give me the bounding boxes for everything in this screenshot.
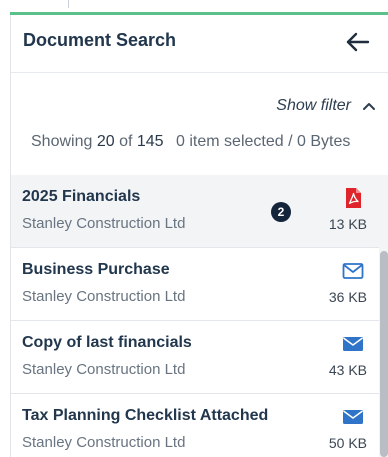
document-title: Business Purchase <box>22 261 170 278</box>
list-item[interactable]: 2025 Financials Stanley Construction Ltd… <box>11 175 379 248</box>
document-size: 50 KB <box>328 435 367 451</box>
total-count: 145 <box>136 133 164 150</box>
document-company: Stanley Construction Ltd <box>22 215 186 232</box>
document-company: Stanley Construction Ltd <box>22 288 186 305</box>
summary-of: of <box>119 133 133 150</box>
show-filter-label: Show filter <box>276 97 351 114</box>
back-button[interactable] <box>345 29 371 55</box>
document-size: 43 KB <box>328 362 367 378</box>
selection-summary: 0 item selected / 0 Bytes <box>176 133 351 150</box>
document-search-panel: Document Search Show filter Showing 20 o… <box>10 15 388 457</box>
panel-title: Document Search <box>23 30 177 50</box>
document-title: Tax Planning Checklist Attached <box>22 407 269 424</box>
list-item[interactable]: Copy of last financials Stanley Construc… <box>11 321 379 394</box>
document-title: Copy of last financials <box>22 334 192 351</box>
arrow-left-icon <box>346 32 370 52</box>
document-company: Stanley Construction Ltd <box>22 434 186 451</box>
shown-count: 20 <box>96 133 115 150</box>
pdf-file-icon <box>346 188 361 208</box>
document-list: 2025 Financials Stanley Construction Ltd… <box>11 175 379 457</box>
email-filled-icon <box>343 337 363 351</box>
count-badge: 2 <box>271 202 291 222</box>
list-item[interactable]: Business Purchase Stanley Construction L… <box>11 248 379 321</box>
show-filter-toggle[interactable]: Show filter <box>276 97 375 115</box>
document-title: 2025 Financials <box>22 188 141 205</box>
result-summary: Showing 20 of 145 0 item selected / 0 By… <box>31 133 350 151</box>
email-outline-icon <box>342 263 364 279</box>
scrollbar-thumb[interactable] <box>380 251 388 457</box>
email-filled-icon <box>343 410 363 424</box>
document-company: Stanley Construction Ltd <box>22 361 186 378</box>
chevron-up-icon <box>363 103 375 110</box>
list-item[interactable]: Tax Planning Checklist Attached Stanley … <box>11 394 379 457</box>
document-size: 36 KB <box>328 289 367 305</box>
summary-prefix: Showing <box>31 133 93 150</box>
top-strip <box>0 0 388 12</box>
divider <box>68 0 69 8</box>
document-size: 13 KB <box>328 216 367 232</box>
panel-header: Document Search <box>11 15 388 73</box>
